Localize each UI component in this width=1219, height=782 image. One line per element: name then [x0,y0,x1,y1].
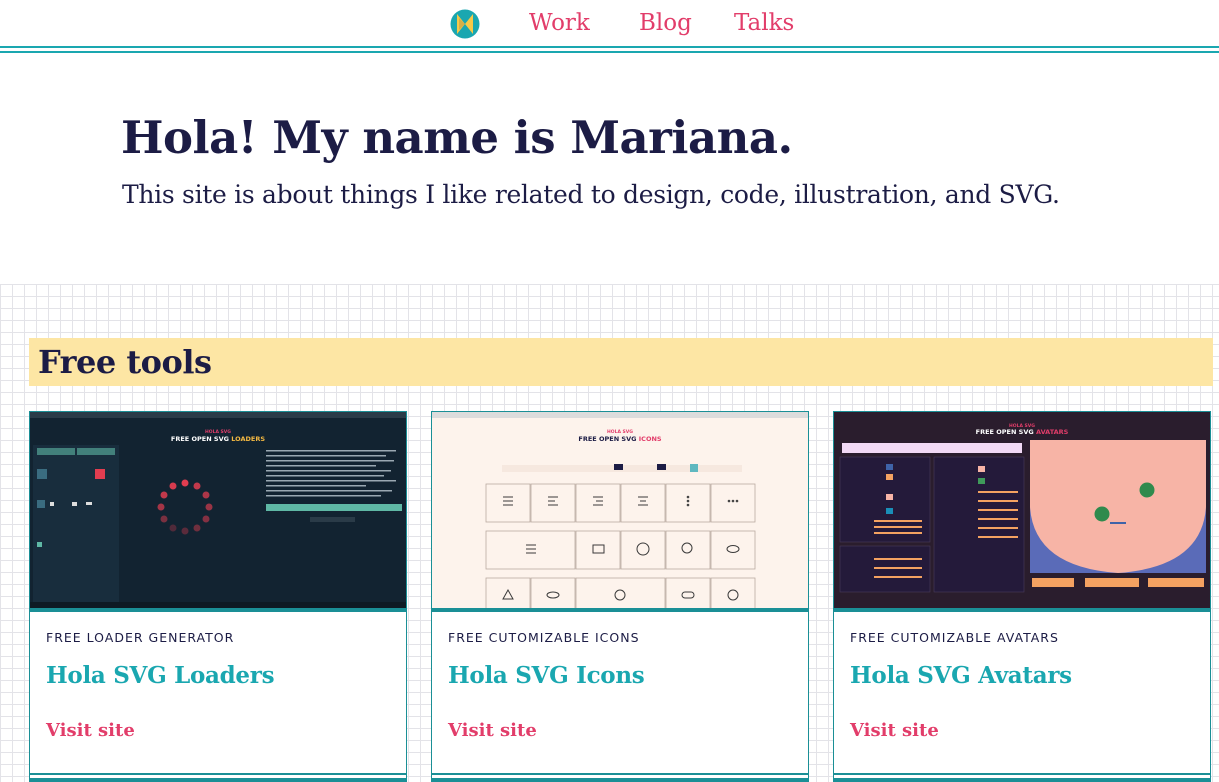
card-title[interactable]: Hola SVG Loaders [46,662,275,689]
loaders-preview-image: HOLA SVG FREE OPEN SVG LOADERS [30,412,406,611]
shot-headline: FREE OPEN SVG [171,435,229,443]
visit-site-link[interactable]: Visit site [46,720,135,741]
icons-preview-image: HOLA SVG FREE OPEN SVG ICONS [432,412,808,611]
header-divider [0,51,1219,53]
nav-link-talks[interactable]: Talks [734,10,794,36]
svg-text:FREE OPEN SVG ICONS: FREE OPEN SVG ICONS [578,435,661,443]
screenshot-divider [30,608,406,612]
svg-text:FREE OPEN SVG LOADERS: FREE OPEN SVG LOADERS [171,435,265,443]
screenshot-divider [834,608,1210,612]
hola-logo-icon[interactable] [450,9,480,39]
avatars-preview-image: HOLA SVG FREE OPEN SVG AVATARS [834,412,1210,611]
card-bottom-border [833,773,1211,775]
card-eyebrow: FREE LOADER GENERATOR [46,630,235,645]
card-bottom-border [29,773,407,775]
shot-accent: AVATARS [1036,428,1069,436]
card-bottom-border [431,773,809,775]
hero-section: Hola! My name is Mariana. This site is a… [0,56,1219,284]
shot-accent: LOADERS [231,435,265,443]
hero-title: Hola! My name is Mariana. [121,111,793,164]
shot-accent: ICONS [639,435,662,443]
hero-subtitle: This site is about things I like related… [122,180,1060,209]
visit-site-link[interactable]: Visit site [448,720,537,741]
nav-link-work[interactable]: Work [529,10,590,36]
card-title[interactable]: Hola SVG Avatars [850,662,1072,689]
nav-link-blog[interactable]: Blog [639,10,692,36]
tool-card-loaders: HOLA SVG FREE OPEN SVG LOADERS FREE LOAD… [29,411,407,782]
card-eyebrow: FREE CUTOMIZABLE ICONS [448,630,640,645]
icons-screenshot[interactable]: HOLA SVG FREE OPEN SVG ICONS [432,412,808,611]
card-bottom-border [431,778,809,781]
screenshot-divider [432,608,808,612]
tool-card-avatars: HOLA SVG FREE OPEN SVG AVATARS FREE CUTO… [833,411,1211,782]
visit-site-link[interactable]: Visit site [850,720,939,741]
tools-heading-bar: Free tools [29,338,1213,386]
top-navigation: Work Blog Talks [0,0,1219,56]
svg-text:FREE OPEN SVG AVATARS: FREE OPEN SVG AVATARS [976,428,1069,436]
card-bottom-border [29,778,407,781]
card-eyebrow: FREE CUTOMIZABLE AVATARS [850,630,1059,645]
card-bottom-border [833,778,1211,781]
loaders-screenshot[interactable]: HOLA SVG FREE OPEN SVG LOADERS [30,412,406,611]
card-title[interactable]: Hola SVG Icons [448,662,645,689]
header-divider [0,46,1219,48]
shot-headline: FREE OPEN SVG [976,428,1034,436]
avatars-screenshot[interactable]: HOLA SVG FREE OPEN SVG AVATARS [834,412,1210,611]
shot-headline: FREE OPEN SVG [578,435,636,443]
tools-section: Free tools HOLA SVG FREE OPEN SVG LOADER… [0,284,1219,782]
tools-heading: Free tools [38,343,212,381]
tool-card-icons: HOLA SVG FREE OPEN SVG ICONS FREE CUTOMI… [431,411,809,782]
